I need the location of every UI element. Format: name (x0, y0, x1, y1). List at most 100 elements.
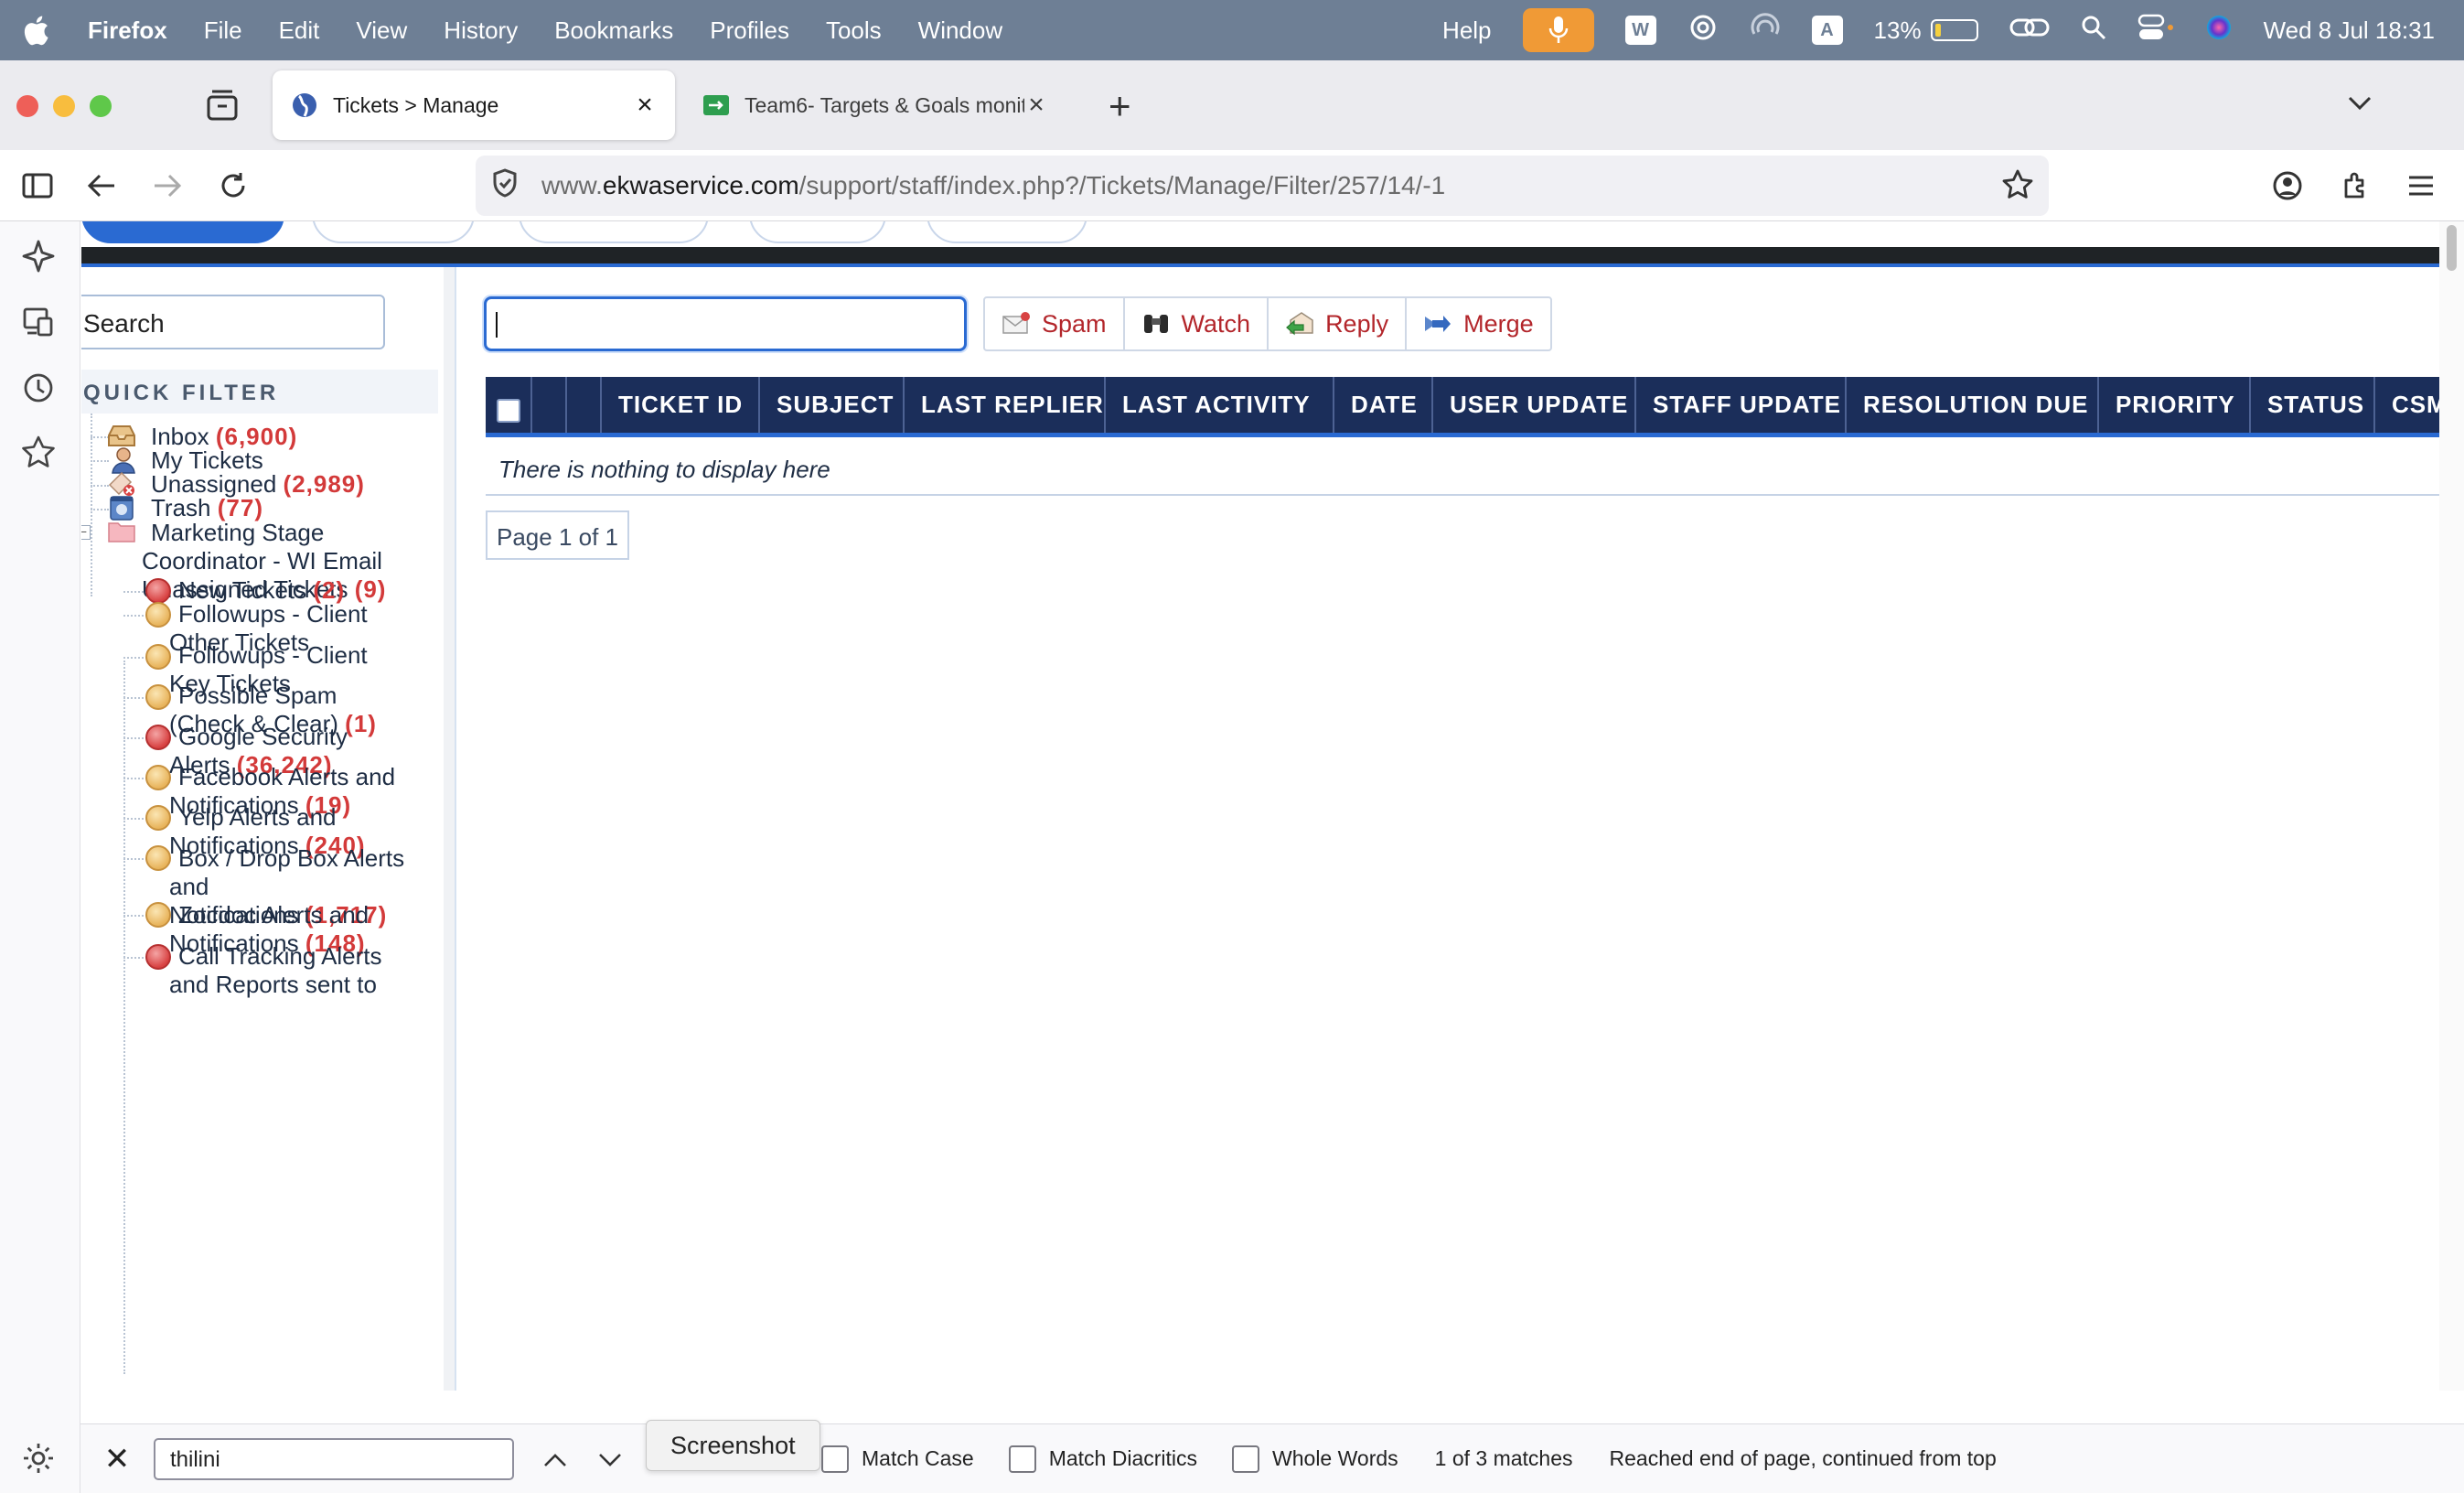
bookmarks-star-icon[interactable] (20, 434, 57, 470)
left-search-input[interactable]: Search (81, 295, 385, 349)
collapse-toggle-icon[interactable]: − (81, 525, 91, 540)
microphone-icon[interactable] (1522, 8, 1594, 52)
back-arrow-icon[interactable] (79, 163, 124, 209)
synced-tabs-icon[interactable] (20, 304, 57, 340)
vertical-scroll-thumb[interactable] (2447, 225, 2457, 271)
vertical-scrollbar[interactable] (2439, 221, 2464, 1391)
tracking-shield-icon[interactable] (492, 167, 523, 204)
tree-item-call-tracking-alerts[interactable]: Call Tracking Alerts and Reports sent to (169, 942, 434, 999)
status-dot-yellow-icon (145, 805, 171, 831)
column-user-update[interactable]: USER UPDATE (1433, 377, 1636, 433)
column-last-activity[interactable]: LAST ACTIVITY (1106, 377, 1334, 433)
bookmark-star-icon[interactable] (2001, 168, 2034, 208)
column-priority[interactable]: PRIORITY (2099, 377, 2251, 433)
menu-window[interactable]: Window (918, 16, 1002, 45)
top-nav-tab[interactable] (749, 221, 886, 243)
left-panel-scrollbar[interactable] (444, 267, 455, 1391)
column-staff-update[interactable]: STAFF UPDATE (1636, 377, 1847, 433)
menu-tools[interactable]: Tools (826, 16, 882, 45)
button-label: Merge (1463, 309, 1534, 338)
siri-icon[interactable] (2205, 14, 2233, 48)
new-tab-plus-icon[interactable]: + (1109, 84, 1131, 128)
tab-close-icon[interactable]: × (633, 90, 657, 121)
find-close-icon[interactable]: ✕ (90, 1441, 145, 1477)
menu-help[interactable]: Help (1442, 16, 1491, 45)
top-nav-tab-active[interactable] (81, 221, 284, 243)
select-all-checkbox[interactable] (496, 398, 520, 423)
link-icon[interactable] (2009, 15, 2050, 47)
tab-team6-targets[interactable]: Team6- Targets & Goals monitor × (684, 70, 1066, 140)
top-nav-tab[interactable] (519, 221, 709, 243)
reply-button[interactable]: Reply (1269, 298, 1408, 349)
merge-button[interactable]: Merge (1407, 298, 1550, 349)
column-status[interactable]: STATUS (2251, 377, 2375, 433)
find-input[interactable]: thilini (154, 1437, 514, 1480)
option-label: Match Diacritics (1048, 1446, 1198, 1470)
status-dot-yellow-icon (145, 902, 171, 928)
reload-icon[interactable] (210, 163, 256, 209)
menubar-clock[interactable]: Wed 8 Jul 18:31 (2264, 16, 2435, 45)
url-bar[interactable]: www. ekwaservice.com/support/staff/index.… (476, 156, 2049, 216)
folder-icon (107, 518, 136, 545)
menu-file[interactable]: File (204, 16, 242, 45)
menu-profiles[interactable]: Profiles (710, 16, 789, 45)
ticket-filter-input[interactable] (484, 296, 967, 351)
column-resolution-due[interactable]: RESOLUTION DUE (1847, 377, 2099, 433)
spotlight-search-icon[interactable] (2081, 15, 2106, 47)
top-nav-tab[interactable] (927, 221, 1087, 243)
merge-arrows-icon (1423, 311, 1452, 337)
window-minimize-button[interactable] (53, 95, 75, 117)
match-diacritics-checkbox[interactable] (1008, 1445, 1036, 1473)
grid-column-indicator[interactable] (567, 377, 603, 433)
find-next-chevron-down-icon[interactable] (589, 1445, 631, 1474)
sidebar-settings-gear-icon[interactable] (20, 1440, 57, 1477)
writer-app-icon[interactable]: W (1624, 16, 1656, 45)
status-dot-yellow-icon (145, 602, 171, 628)
column-csm[interactable]: CSM (2375, 377, 2439, 433)
pagination-info: Page 1 of 1 (486, 510, 629, 560)
hamburger-menu-icon[interactable] (2398, 163, 2444, 209)
column-last-replier[interactable]: LAST REPLIER (905, 377, 1107, 433)
menu-view[interactable]: View (356, 16, 407, 45)
reply-arrow-icon (1285, 311, 1314, 337)
column-subject[interactable]: SUBJECT (760, 377, 905, 433)
window-zoom-button[interactable] (90, 95, 112, 117)
sidebar-toggle-icon[interactable] (15, 163, 60, 209)
apple-logo-icon[interactable] (22, 15, 59, 46)
list-all-tabs-chevron-icon[interactable] (2347, 88, 2373, 119)
history-clock-icon[interactable] (20, 370, 57, 406)
spam-button[interactable]: Spam (985, 298, 1125, 349)
grid-column-flag[interactable] (532, 377, 568, 433)
column-ticket-id[interactable]: TICKET ID (602, 377, 761, 433)
control-center-icon[interactable] (2137, 14, 2174, 48)
forward-arrow-icon[interactable] (145, 163, 190, 209)
menu-history[interactable]: History (444, 16, 518, 45)
watch-button[interactable]: Watch (1125, 298, 1269, 349)
text-caret (496, 312, 498, 338)
text-input-icon[interactable]: A (1811, 16, 1843, 45)
openai-icon[interactable] (1687, 12, 1719, 49)
tab-close-icon[interactable]: × (1024, 90, 1048, 121)
tab-overview-icon[interactable] (203, 86, 241, 124)
top-nav-tab[interactable] (312, 221, 475, 243)
battery-indicator[interactable]: 13% (1874, 16, 1978, 45)
quick-filter-heading: QUICK FILTER (81, 370, 438, 414)
find-previous-chevron-up-icon[interactable] (534, 1445, 576, 1474)
match-case-option[interactable]: Match Case (821, 1445, 974, 1473)
airdrop-icon[interactable] (1750, 12, 1781, 49)
battery-icon (1930, 19, 1978, 41)
match-diacritics-option[interactable]: Match Diacritics (1008, 1445, 1198, 1473)
menu-bookmarks[interactable]: Bookmarks (554, 16, 673, 45)
menu-app-firefox[interactable]: Firefox (88, 16, 167, 45)
extensions-icon[interactable] (2332, 163, 2378, 209)
column-date[interactable]: DATE (1334, 377, 1433, 433)
whole-words-checkbox[interactable] (1232, 1445, 1260, 1473)
url-path: /support/staff/index.php?/Tickets/Manage… (798, 171, 1446, 199)
account-icon[interactable] (2265, 163, 2310, 209)
tab-tickets-manage[interactable]: Tickets > Manage × (273, 70, 675, 140)
ai-sparkle-icon[interactable] (20, 238, 57, 274)
menu-edit[interactable]: Edit (279, 16, 320, 45)
whole-words-option[interactable]: Whole Words (1232, 1445, 1398, 1473)
match-case-checkbox[interactable] (821, 1445, 849, 1473)
window-close-button[interactable] (16, 95, 38, 117)
